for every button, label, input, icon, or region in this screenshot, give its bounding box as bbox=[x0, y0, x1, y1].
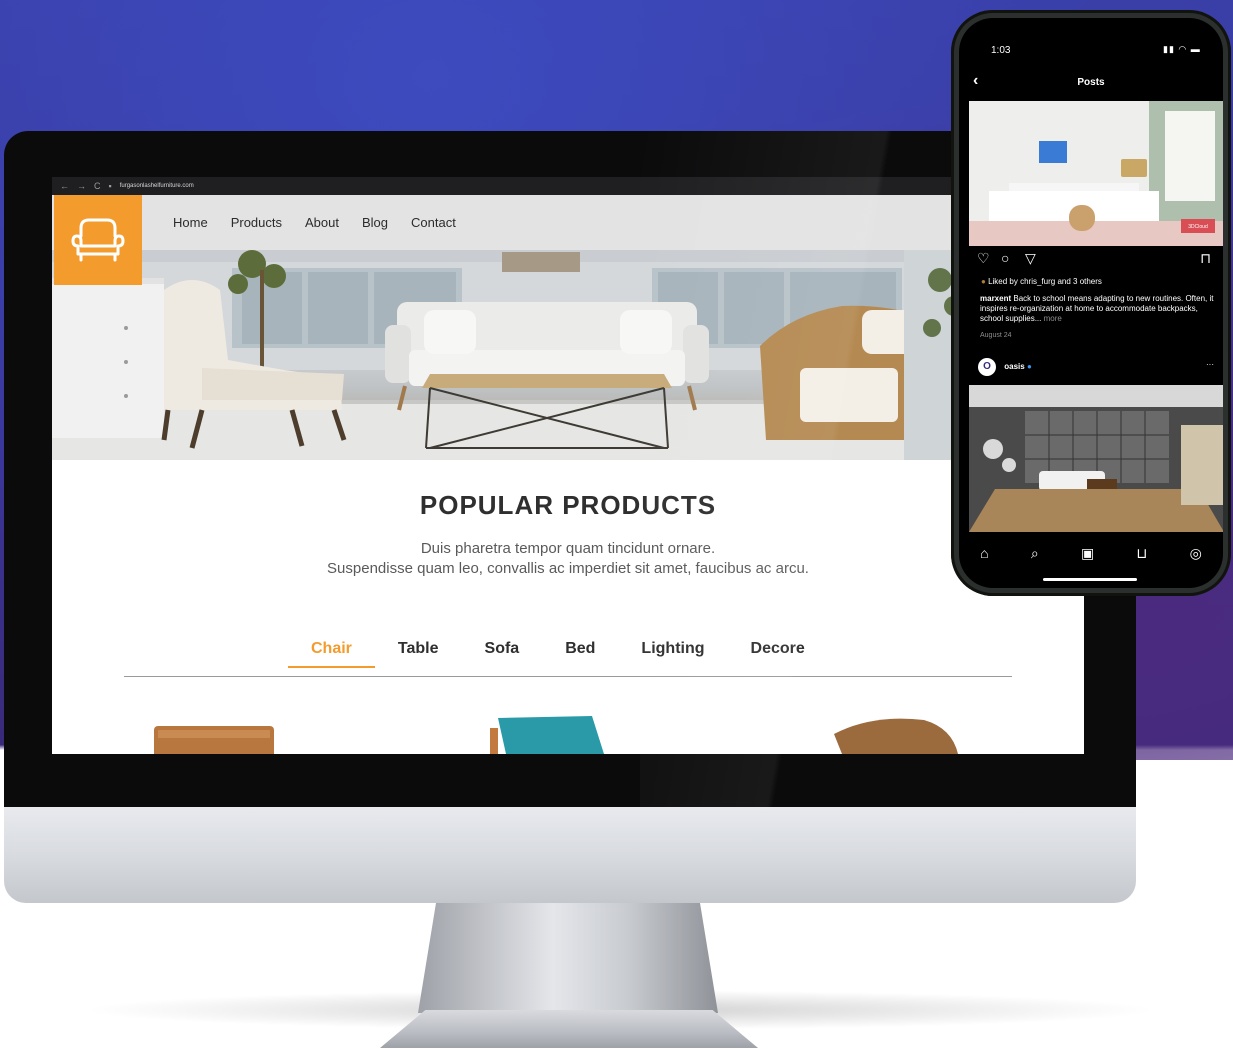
browser-toolbar: ← → C ▪ furgasonlashelfurniture.com bbox=[52, 177, 1084, 195]
description-line-2: Suspendisse quam leo, convallis ac imper… bbox=[327, 560, 809, 577]
tab-table[interactable]: Table bbox=[375, 640, 462, 670]
shop-icon[interactable]: ⊔ bbox=[1136, 545, 1147, 562]
smartphone: 1:03 ▮▮ ◠ ▬ ‹ Posts 3DCloud ♡ ○ ▽ ⊓ ● Li… bbox=[951, 10, 1231, 596]
nav-about[interactable]: About bbox=[305, 215, 339, 230]
home-icon[interactable]: ⌂ bbox=[980, 545, 988, 561]
phone-notch bbox=[1045, 26, 1137, 48]
imac-stand-base bbox=[380, 1010, 758, 1048]
nav-home[interactable]: Home bbox=[173, 215, 208, 230]
reels-icon[interactable]: ▣ bbox=[1081, 545, 1094, 562]
product-chair-teal[interactable] bbox=[490, 716, 604, 754]
phone-screen: 1:03 ▮▮ ◠ ▬ ‹ Posts 3DCloud ♡ ○ ▽ ⊓ ● Li… bbox=[959, 18, 1223, 588]
product-chair-leather[interactable] bbox=[154, 726, 274, 754]
hero-image bbox=[52, 250, 1084, 460]
nav-contact[interactable]: Contact bbox=[411, 215, 456, 230]
address-bar[interactable]: furgasonlashelfurniture.com bbox=[120, 183, 194, 189]
tab-bed[interactable]: Bed bbox=[542, 640, 618, 670]
bookmark-icon[interactable]: ⊓ bbox=[1200, 250, 1211, 267]
tab-chair[interactable]: Chair bbox=[288, 640, 375, 670]
post-badge: 3DCloud bbox=[1188, 224, 1208, 230]
tab-decore[interactable]: Decore bbox=[728, 640, 828, 670]
status-time: 1:03 bbox=[991, 45, 1011, 56]
tab-lighting[interactable]: Lighting bbox=[618, 640, 727, 670]
section-title: POPULAR PRODUCTS bbox=[419, 490, 717, 520]
post-actions: ♡ ○ ▽ ⊓ bbox=[977, 250, 1211, 266]
tab-sofa[interactable]: Sofa bbox=[462, 640, 543, 670]
liked-by-avatar: ● bbox=[981, 277, 986, 286]
post-image-1[interactable]: 3DCloud bbox=[969, 101, 1223, 246]
imac-stand bbox=[418, 903, 718, 1013]
post-caption: marxent Back to school means adapting to… bbox=[980, 294, 1218, 324]
post-image-2[interactable] bbox=[969, 385, 1223, 532]
post-date: August 24 bbox=[980, 332, 1012, 339]
site-logo[interactable] bbox=[54, 195, 142, 285]
arrow-left-icon[interactable]: ← bbox=[60, 181, 69, 191]
user-avatar[interactable]: O bbox=[978, 358, 996, 376]
site-header: Home Products About Blog Contact bbox=[52, 195, 1084, 285]
nav-blog[interactable]: Blog bbox=[362, 215, 388, 230]
website-screen: ← → C ▪ furgasonlashelfurniture.com Home… bbox=[52, 177, 1084, 754]
arrow-right-icon[interactable]: → bbox=[77, 181, 86, 191]
product-thumbnails bbox=[154, 716, 958, 754]
armchair-icon bbox=[71, 218, 125, 262]
reload-icon[interactable]: C bbox=[94, 181, 101, 191]
product-category-tabs: Chair Table Sofa Bed Lighting Decore bbox=[288, 640, 828, 670]
caption-text: Back to school means adapting to new rou… bbox=[980, 294, 1214, 323]
phone-bottom-nav: ⌂ ⌕ ▣ ⊔ ◎ bbox=[959, 538, 1223, 568]
tabs-divider bbox=[124, 676, 1012, 677]
next-post-header: O oasis ● ··· bbox=[978, 358, 1218, 376]
search-icon[interactable]: ⌕ bbox=[1031, 545, 1039, 562]
description-line-1: Duis pharetra tempor quam tincidunt orna… bbox=[420, 540, 716, 557]
imac-chin bbox=[4, 807, 1136, 903]
comment-icon[interactable]: ○ bbox=[1001, 250, 1009, 266]
product-chair-wood[interactable] bbox=[834, 718, 958, 754]
caption-more-link[interactable]: more bbox=[1044, 314, 1062, 323]
battery-icon: ▬ bbox=[1190, 44, 1201, 54]
lock-icon: ▪ bbox=[108, 181, 112, 191]
profile-icon[interactable]: ◎ bbox=[1190, 545, 1202, 562]
liked-by-text: ● Liked by chris_furg and 3 others bbox=[981, 277, 1102, 286]
status-icons: ▮▮ ◠ ▬ bbox=[1163, 44, 1201, 55]
heart-icon[interactable]: ♡ bbox=[977, 250, 990, 267]
share-icon[interactable]: ▽ bbox=[1025, 250, 1036, 267]
home-indicator bbox=[1043, 578, 1137, 581]
verified-badge-icon: ● bbox=[1026, 362, 1032, 371]
liked-by-label: Liked by chris_furg and 3 others bbox=[988, 277, 1102, 286]
main-nav: Home Products About Blog Contact bbox=[173, 195, 456, 250]
section-description: Duis pharetra tempor quam tincidunt orna… bbox=[52, 539, 1084, 579]
caption-username[interactable]: marxent bbox=[980, 294, 1011, 303]
wifi-icon: ◠ bbox=[1178, 44, 1188, 54]
next-username[interactable]: oasis bbox=[1004, 362, 1024, 371]
posts-title: Posts bbox=[1077, 77, 1105, 88]
signal-icon: ▮▮ bbox=[1163, 44, 1175, 54]
nav-products[interactable]: Products bbox=[231, 215, 282, 230]
ellipsis-icon[interactable]: ··· bbox=[1206, 360, 1214, 369]
